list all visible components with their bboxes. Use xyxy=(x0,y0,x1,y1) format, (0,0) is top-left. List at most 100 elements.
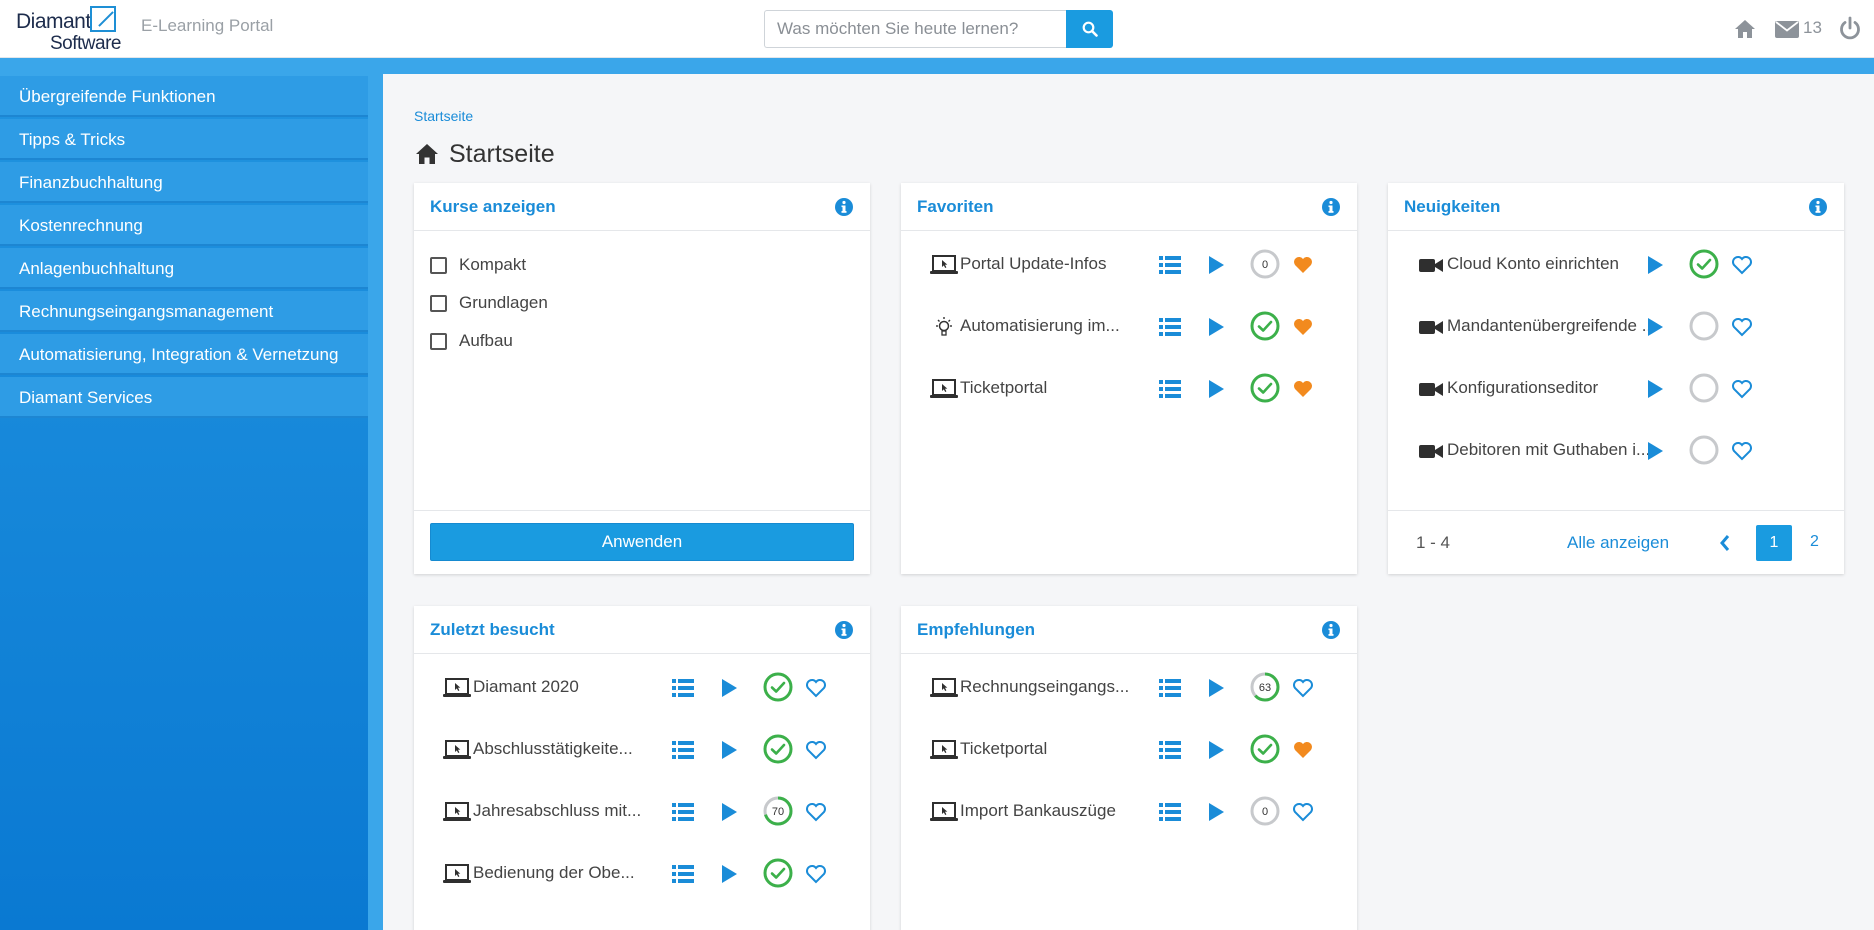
heart-filled-icon[interactable] xyxy=(1292,739,1314,761)
heart-outline-icon[interactable] xyxy=(805,739,827,761)
heart-filled-icon[interactable] xyxy=(1292,378,1314,400)
play-icon[interactable] xyxy=(1646,441,1664,461)
play-icon[interactable] xyxy=(1207,802,1225,822)
list-item[interactable]: Ticketportal xyxy=(901,369,1357,409)
play-icon[interactable] xyxy=(1207,740,1225,760)
list-item-label[interactable]: Bedienung der Obe... xyxy=(473,863,635,883)
list-item-label[interactable]: Ticketportal xyxy=(960,739,1047,759)
filter-grundlagen[interactable]: Grundlagen xyxy=(430,291,548,315)
chevron-left-icon[interactable] xyxy=(1718,533,1732,553)
play-icon[interactable] xyxy=(720,864,738,884)
list-icon[interactable] xyxy=(1159,256,1181,274)
info-icon[interactable] xyxy=(1321,620,1341,640)
heart-outline-icon[interactable] xyxy=(1731,440,1753,462)
list-item-label[interactable]: Jahresabschluss mit... xyxy=(473,801,641,821)
sidebar: Übergreifende Funktionen Tipps & Tricks … xyxy=(0,58,368,930)
filter-kompakt[interactable]: Kompakt xyxy=(430,253,526,277)
heart-outline-icon[interactable] xyxy=(1731,316,1753,338)
list-item-label[interactable]: Abschlusstätigkeite... xyxy=(473,739,633,759)
list-item-label[interactable]: Diamant 2020 xyxy=(473,677,579,697)
play-icon[interactable] xyxy=(1207,255,1225,275)
list-item[interactable]: Abschlusstätigkeite... xyxy=(414,730,870,770)
list-item-label[interactable]: Automatisierung im... xyxy=(960,316,1120,336)
play-icon[interactable] xyxy=(1207,379,1225,399)
checkbox[interactable] xyxy=(430,256,447,274)
list-item-label[interactable]: Konfigurationseditor xyxy=(1447,378,1598,398)
info-icon[interactable] xyxy=(834,197,854,217)
list-item-label[interactable]: Cloud Konto einrichten xyxy=(1447,254,1619,274)
heart-outline-icon[interactable] xyxy=(1292,677,1314,699)
play-icon[interactable] xyxy=(720,740,738,760)
heart-outline-icon[interactable] xyxy=(805,677,827,699)
mail-icon[interactable] xyxy=(1774,18,1800,40)
list-item[interactable]: Debitoren mit Guthaben i... xyxy=(1388,431,1844,471)
play-icon[interactable] xyxy=(1646,379,1664,399)
sidebar-item-anlagenbuchhaltung[interactable]: Anlagenbuchhaltung xyxy=(0,248,368,289)
search-button[interactable] xyxy=(1066,10,1113,48)
info-icon[interactable] xyxy=(834,620,854,640)
list-item[interactable]: Jahresabschluss mit... 70 xyxy=(414,792,870,832)
apply-button[interactable]: Anwenden xyxy=(430,523,854,561)
list-item[interactable]: Diamant 2020 xyxy=(414,668,870,708)
list-item[interactable]: Rechnungseingangs... 63 xyxy=(901,668,1357,708)
list-item-label[interactable]: Rechnungseingangs... xyxy=(960,677,1129,697)
list-item[interactable]: Mandantenübergreifende ... xyxy=(1388,307,1844,347)
list-icon[interactable] xyxy=(672,741,694,759)
list-item[interactable]: Bedienung der Obe... xyxy=(414,854,870,894)
list-item[interactable]: Ticketportal xyxy=(901,730,1357,770)
play-icon[interactable] xyxy=(1646,317,1664,337)
play-icon[interactable] xyxy=(1207,678,1225,698)
list-item[interactable]: Konfigurationseditor xyxy=(1388,369,1844,409)
progress-ring xyxy=(1688,310,1720,342)
play-icon[interactable] xyxy=(1207,317,1225,337)
list-icon[interactable] xyxy=(1159,803,1181,821)
sidebar-item-kostenrechnung[interactable]: Kostenrechnung xyxy=(0,205,368,246)
power-icon[interactable] xyxy=(1838,16,1862,42)
neuigkeiten-card-header: Neuigkeiten xyxy=(1388,183,1844,231)
checkbox[interactable] xyxy=(430,294,447,312)
list-icon[interactable] xyxy=(672,803,694,821)
list-item[interactable]: Import Bankauszüge 0 xyxy=(901,792,1357,832)
heart-outline-icon[interactable] xyxy=(1731,378,1753,400)
list-item-label[interactable]: Mandantenübergreifende ... xyxy=(1447,316,1656,336)
list-icon[interactable] xyxy=(1159,380,1181,398)
heart-outline-icon[interactable] xyxy=(805,863,827,885)
list-item[interactable]: Cloud Konto einrichten xyxy=(1388,245,1844,285)
list-item-label[interactable]: Debitoren mit Guthaben i... xyxy=(1447,440,1650,460)
list-icon[interactable] xyxy=(1159,741,1181,759)
list-icon[interactable] xyxy=(1159,318,1181,336)
heart-filled-icon[interactable] xyxy=(1292,254,1314,276)
sidebar-item-uebergreifende-funktionen[interactable]: Übergreifende Funktionen xyxy=(0,76,368,117)
heart-outline-icon[interactable] xyxy=(1292,801,1314,823)
filter-aufbau[interactable]: Aufbau xyxy=(430,329,513,353)
heart-outline-icon[interactable] xyxy=(805,801,827,823)
list-icon[interactable] xyxy=(1159,679,1181,697)
list-item-label[interactable]: Portal Update-Infos xyxy=(960,254,1106,274)
search-input[interactable] xyxy=(764,10,1066,48)
list-icon[interactable] xyxy=(672,679,694,697)
page-button-next[interactable]: 2 xyxy=(1810,533,1819,551)
heart-filled-icon[interactable] xyxy=(1292,316,1314,338)
list-item-label[interactable]: Import Bankauszüge xyxy=(960,801,1116,821)
play-icon[interactable] xyxy=(1646,255,1664,275)
play-icon[interactable] xyxy=(720,802,738,822)
sidebar-item-tipps-tricks[interactable]: Tipps & Tricks xyxy=(0,119,368,160)
list-item-label[interactable]: Ticketportal xyxy=(960,378,1047,398)
show-all-link[interactable]: Alle anzeigen xyxy=(1567,533,1669,553)
info-icon[interactable] xyxy=(1321,197,1341,217)
sidebar-item-diamant-services[interactable]: Diamant Services xyxy=(0,377,368,418)
home-icon[interactable] xyxy=(1733,17,1757,41)
list-item[interactable]: Portal Update-Infos 0 xyxy=(901,245,1357,285)
heart-outline-icon[interactable] xyxy=(1731,254,1753,276)
info-icon[interactable] xyxy=(1808,197,1828,217)
play-icon[interactable] xyxy=(720,678,738,698)
page-button-current[interactable]: 1 xyxy=(1756,525,1792,561)
diamant-logo[interactable]: Diamant Software xyxy=(14,6,122,54)
sidebar-item-finanzbuchhaltung[interactable]: Finanzbuchhaltung xyxy=(0,162,368,203)
checkbox[interactable] xyxy=(430,332,447,350)
sidebar-item-automatisierung[interactable]: Automatisierung, Integration & Vernetzun… xyxy=(0,334,368,375)
list-icon[interactable] xyxy=(672,865,694,883)
breadcrumb[interactable]: Startseite xyxy=(414,108,473,124)
sidebar-item-rechnungseingangsmanagement[interactable]: Rechnungseingangsmanagement xyxy=(0,291,368,332)
list-item[interactable]: Automatisierung im... xyxy=(901,307,1357,347)
